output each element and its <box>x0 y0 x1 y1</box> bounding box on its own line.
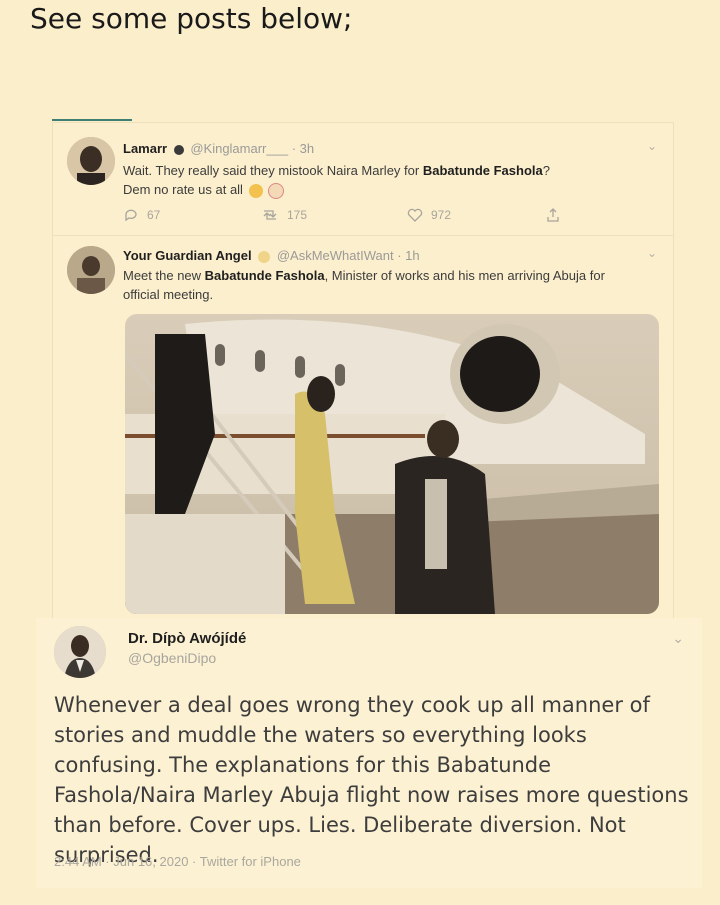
chevron-down-icon[interactable]: ⌄ <box>672 630 684 647</box>
reply-button[interactable]: 67 <box>123 207 160 223</box>
tweet-text: Meet the new Babatunde Fashola, Minister… <box>123 268 605 302</box>
quote-text: Whenever a deal goes wrong they cook up … <box>54 693 689 867</box>
reply-icon <box>125 209 137 222</box>
timestamp[interactable]: · 1h <box>397 248 419 263</box>
angel-emoji-icon <box>258 250 271 263</box>
share-button[interactable] <box>545 207 561 223</box>
display-name[interactable]: Dr. Dípò Awójídé <box>128 630 246 647</box>
display-name[interactable]: Your Guardian Angel <box>123 248 252 263</box>
tweet-lamarr[interactable]: Lamarr @Kinglamarr___ · 3h ⌄ Wait. They … <box>53 123 673 235</box>
accent-divider <box>52 119 132 121</box>
retweet-count: 175 <box>287 208 308 222</box>
heart-icon <box>407 208 423 222</box>
tweet-thread-card: Lamarr @Kinglamarr___ · 3h ⌄ Wait. They … <box>52 122 674 626</box>
retweet-button[interactable]: 175 <box>261 207 307 223</box>
tweet-text: Wait. They really said they mistook Nair… <box>123 163 550 199</box>
page-heading: See some posts below; <box>30 2 353 35</box>
display-name[interactable]: Lamarr <box>123 141 167 156</box>
username[interactable]: @AskMeWhatIWant <box>277 248 394 263</box>
retweet-icon <box>263 210 277 220</box>
tweet-guardian-angel[interactable]: Your Guardian Angel @AskMeWhatIWant · 1h… <box>53 235 673 626</box>
like-count: 972 <box>431 208 452 222</box>
tweet-actions: 67 175 972 <box>123 207 583 227</box>
username[interactable]: @Kinglamarr___ <box>190 141 288 156</box>
avatar[interactable] <box>67 246 115 294</box>
laughing-emoji-icon <box>248 183 263 198</box>
chevron-down-icon[interactable]: ⌄ <box>647 139 657 153</box>
avatar[interactable] <box>67 137 115 185</box>
clown-emoji-icon <box>268 182 285 199</box>
like-button[interactable]: 972 <box>407 207 451 223</box>
reply-count: 67 <box>147 208 161 222</box>
airplane-photo-image <box>125 314 659 614</box>
tweet-meta: 2:44 AM · Jun 16, 2020 · Twitter for iPh… <box>54 854 301 869</box>
username[interactable]: @OgbeniDipo <box>128 650 216 666</box>
tweet-photo[interactable] <box>125 314 659 614</box>
chevron-down-icon[interactable]: ⌄ <box>647 246 657 260</box>
quoted-tweet-dipo[interactable]: Dr. Dípò Awójídé @OgbeniDipo ⌄ Whenever … <box>36 618 702 888</box>
verified-badge-icon <box>173 144 184 155</box>
share-icon <box>547 208 559 222</box>
avatar[interactable] <box>54 626 106 678</box>
timestamp[interactable]: · 3h <box>292 141 314 156</box>
